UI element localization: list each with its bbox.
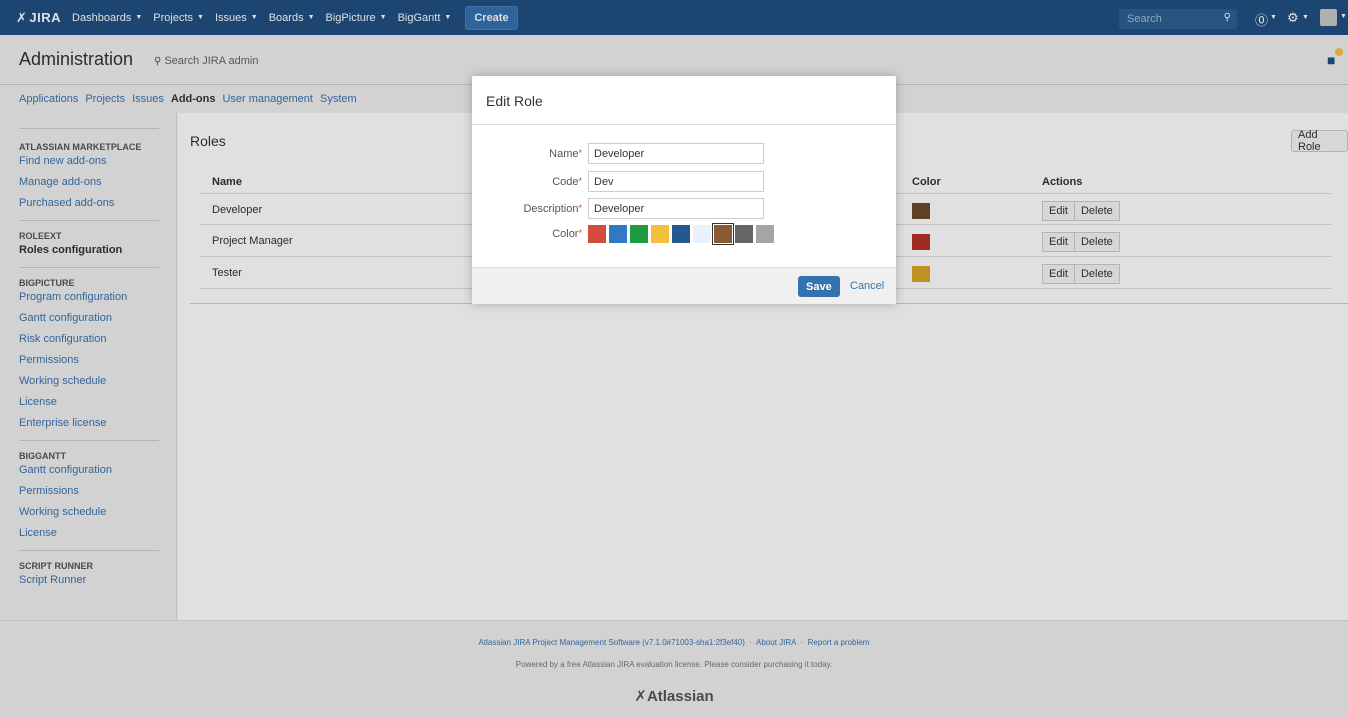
color-swatch-6[interactable] — [693, 225, 711, 243]
color-label: Color* — [552, 228, 582, 240]
required-mark: * — [578, 176, 582, 186]
dialog-body: Name* Code* Description* Color* — [472, 125, 896, 267]
color-swatch-9[interactable] — [756, 225, 774, 243]
required-mark: * — [578, 148, 582, 158]
color-swatch-5[interactable] — [672, 225, 690, 243]
save-button[interactable]: Save — [798, 276, 840, 297]
description-label: Description* — [523, 203, 582, 215]
color-swatch-3[interactable] — [630, 225, 648, 243]
description-field[interactable] — [588, 198, 764, 219]
color-swatch-1[interactable] — [588, 225, 606, 243]
code-field[interactable] — [588, 171, 764, 192]
required-mark: * — [578, 228, 582, 238]
color-palette — [588, 223, 777, 245]
name-field[interactable] — [588, 143, 764, 164]
color-swatch-8[interactable] — [735, 225, 753, 243]
color-swatch-4[interactable] — [651, 225, 669, 243]
required-mark: * — [578, 203, 582, 213]
code-label: Code* — [552, 176, 582, 188]
color-swatch-7[interactable] — [712, 223, 734, 245]
dialog-footer: Save Cancel — [472, 267, 896, 304]
dialog-title: Edit Role — [472, 76, 896, 125]
name-label: Name* — [549, 148, 582, 160]
cancel-button[interactable]: Cancel — [850, 280, 884, 292]
edit-role-dialog: Edit Role Name* Code* Description* Color… — [472, 76, 896, 304]
color-swatch-2[interactable] — [609, 225, 627, 243]
